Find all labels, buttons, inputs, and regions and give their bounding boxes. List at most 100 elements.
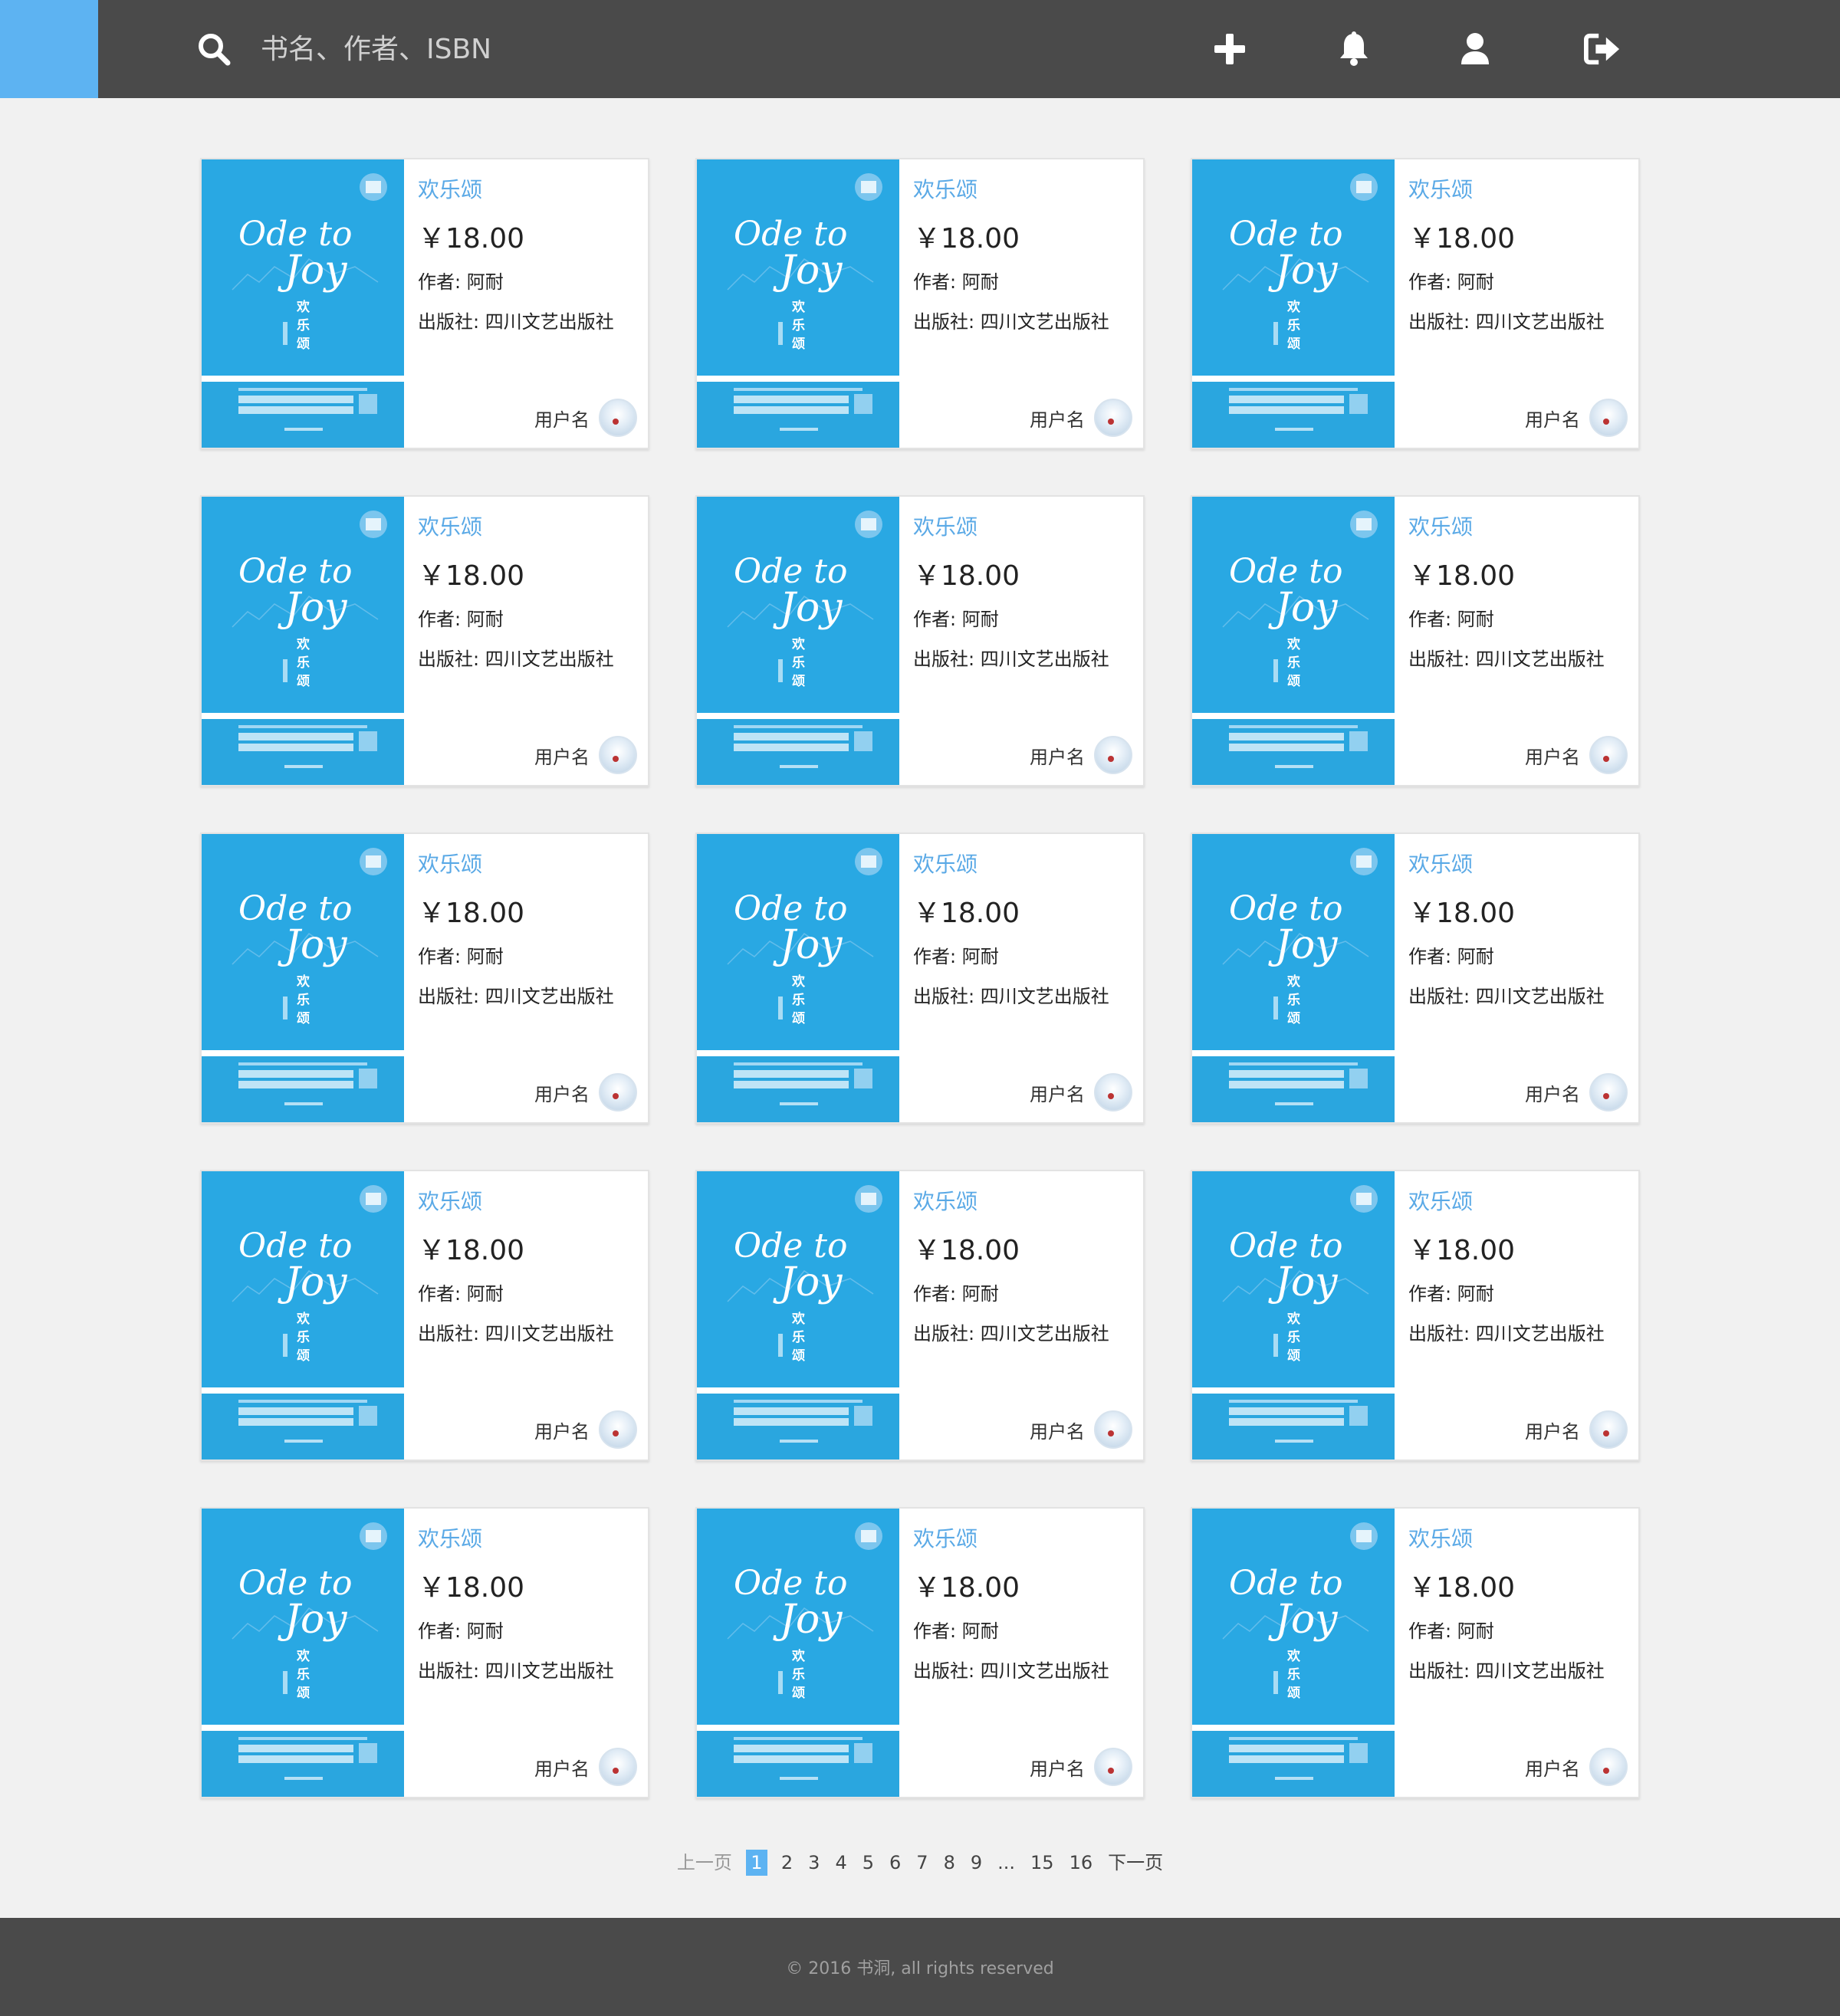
owner-avatar[interactable] xyxy=(1094,1410,1132,1449)
book-card[interactable]: Ode to Joy 欢 乐 颂 欢乐颂 ￥18.00 作者: 阿耐 出版社: … xyxy=(200,1507,649,1798)
owner-username[interactable]: 用户名 xyxy=(1030,405,1085,432)
owner-username[interactable]: 用户名 xyxy=(1525,1417,1580,1443)
owner-avatar[interactable] xyxy=(1094,1748,1132,1786)
brand-logo-block[interactable] xyxy=(0,0,98,98)
book-cover-image[interactable]: Ode to Joy 欢 乐 颂 xyxy=(697,497,899,785)
search-icon[interactable] xyxy=(196,31,232,67)
owner-username[interactable]: 用户名 xyxy=(1525,742,1580,769)
book-title[interactable]: 欢乐颂 xyxy=(418,511,482,541)
book-card[interactable]: Ode to Joy 欢 乐 颂 欢乐颂 ￥18.00 作者: 阿耐 出版社: … xyxy=(1191,495,1640,786)
owner-avatar[interactable] xyxy=(1094,399,1132,437)
owner-username[interactable]: 用户名 xyxy=(1525,1754,1580,1781)
page-number-link[interactable]: 6 xyxy=(882,1850,909,1876)
add-icon[interactable] xyxy=(1211,31,1248,67)
book-title[interactable]: 欢乐颂 xyxy=(1408,1522,1473,1553)
owner-username[interactable]: 用户名 xyxy=(1030,1417,1085,1443)
book-publisher: 出版社: 四川文艺出版社 xyxy=(1408,1660,1605,1682)
book-card[interactable]: Ode to Joy 欢 乐 颂 欢乐颂 ￥18.00 作者: 阿耐 出版社: … xyxy=(200,158,649,449)
svg-text:欢: 欢 xyxy=(296,1311,310,1327)
owner-username[interactable]: 用户名 xyxy=(534,405,590,432)
book-card[interactable]: Ode to Joy 欢 乐 颂 欢乐颂 ￥18.00 作者: 阿耐 出版社: … xyxy=(1191,158,1640,449)
book-price: ￥18.00 xyxy=(1408,223,1516,254)
book-card[interactable]: Ode to Joy 欢 乐 颂 欢乐颂 ￥18.00 作者: 阿耐 出版社: … xyxy=(200,832,649,1124)
owner-username[interactable]: 用户名 xyxy=(534,742,590,769)
book-cover-image[interactable]: Ode to Joy 欢 乐 颂 xyxy=(697,834,899,1122)
book-card[interactable]: Ode to Joy 欢 乐 颂 欢乐颂 ￥18.00 作者: 阿耐 出版社: … xyxy=(1191,832,1640,1124)
page-number-link[interactable]: 1 xyxy=(745,1850,767,1876)
book-cover-image[interactable]: Ode to Joy 欢 乐 颂 xyxy=(1192,1509,1395,1797)
book-cover-image[interactable]: Ode to Joy 欢 乐 颂 xyxy=(202,159,404,448)
book-card[interactable]: Ode to Joy 欢 乐 颂 欢乐颂 ￥18.00 作者: 阿耐 出版社: … xyxy=(695,832,1145,1124)
book-title[interactable]: 欢乐颂 xyxy=(418,1522,482,1553)
owner-avatar[interactable] xyxy=(1589,1748,1628,1786)
book-card[interactable]: Ode to Joy 欢 乐 颂 欢乐颂 ￥18.00 作者: 阿耐 出版社: … xyxy=(695,1507,1145,1798)
book-title[interactable]: 欢乐颂 xyxy=(418,1185,482,1216)
page-number-link[interactable]: 5 xyxy=(855,1850,882,1876)
page-number-link[interactable]: 2 xyxy=(774,1850,800,1876)
book-title[interactable]: 欢乐颂 xyxy=(1408,1185,1473,1216)
book-card[interactable]: Ode to Joy 欢 乐 颂 欢乐颂 ￥18.00 作者: 阿耐 出版社: … xyxy=(695,1170,1145,1461)
owner-avatar[interactable] xyxy=(599,399,637,437)
owner-avatar[interactable] xyxy=(599,1410,637,1449)
book-cover-image[interactable]: Ode to Joy 欢 乐 颂 xyxy=(202,497,404,785)
book-publisher: 出版社: 四川文艺出版社 xyxy=(913,311,1109,333)
owner-username[interactable]: 用户名 xyxy=(534,1754,590,1781)
book-title[interactable]: 欢乐颂 xyxy=(913,1185,978,1216)
book-title[interactable]: 欢乐颂 xyxy=(1408,511,1473,541)
book-author: 作者: 阿耐 xyxy=(913,1283,999,1305)
book-title[interactable]: 欢乐颂 xyxy=(913,848,978,878)
logout-icon[interactable] xyxy=(1584,31,1621,67)
owner-avatar[interactable] xyxy=(599,1748,637,1786)
prev-page-link[interactable]: 上一页 xyxy=(669,1850,740,1876)
owner-avatar[interactable] xyxy=(1094,736,1132,774)
owner-avatar[interactable] xyxy=(599,1073,637,1111)
page-number-link[interactable]: 15 xyxy=(1023,1850,1062,1876)
owner-avatar[interactable] xyxy=(1589,736,1628,774)
book-title[interactable]: 欢乐颂 xyxy=(1408,173,1473,204)
book-card[interactable]: Ode to Joy 欢 乐 颂 欢乐颂 ￥18.00 作者: 阿耐 出版社: … xyxy=(200,1170,649,1461)
book-card[interactable]: Ode to Joy 欢 乐 颂 欢乐颂 ￥18.00 作者: 阿耐 出版社: … xyxy=(1191,1507,1640,1798)
next-page-link[interactable]: 下一页 xyxy=(1100,1850,1171,1876)
owner-avatar[interactable] xyxy=(1589,1410,1628,1449)
book-cover-image[interactable]: Ode to Joy 欢 乐 颂 xyxy=(697,1509,899,1797)
owner-avatar[interactable] xyxy=(1589,1073,1628,1111)
owner-username[interactable]: 用户名 xyxy=(1525,1079,1580,1106)
book-card[interactable]: Ode to Joy 欢 乐 颂 欢乐颂 ￥18.00 作者: 阿耐 出版社: … xyxy=(1191,1170,1640,1461)
book-title[interactable]: 欢乐颂 xyxy=(913,511,978,541)
page-number-link[interactable]: 16 xyxy=(1062,1850,1101,1876)
book-title[interactable]: 欢乐颂 xyxy=(418,173,482,204)
page-number-link[interactable]: 7 xyxy=(909,1850,935,1876)
owner-username[interactable]: 用户名 xyxy=(534,1417,590,1443)
page-number-link[interactable]: 3 xyxy=(800,1850,827,1876)
owner-username[interactable]: 用户名 xyxy=(1030,1754,1085,1781)
book-title[interactable]: 欢乐颂 xyxy=(913,1522,978,1553)
book-cover-image[interactable]: Ode to Joy 欢 乐 颂 xyxy=(697,1171,899,1459)
owner-username[interactable]: 用户名 xyxy=(1030,742,1085,769)
book-cover-image[interactable]: Ode to Joy 欢 乐 颂 xyxy=(202,1509,404,1797)
book-cover-image[interactable]: Ode to Joy 欢 乐 颂 xyxy=(1192,1171,1395,1459)
owner-username[interactable]: 用户名 xyxy=(1030,1079,1085,1106)
owner-username[interactable]: 用户名 xyxy=(1525,405,1580,432)
book-title[interactable]: 欢乐颂 xyxy=(418,848,482,878)
page-number-link[interactable]: 8 xyxy=(936,1850,963,1876)
book-title[interactable]: 欢乐颂 xyxy=(913,173,978,204)
book-card[interactable]: Ode to Joy 欢 乐 颂 欢乐颂 ￥18.00 作者: 阿耐 出版社: … xyxy=(695,495,1145,786)
user-icon[interactable] xyxy=(1457,31,1493,67)
book-cover-image[interactable]: Ode to Joy 欢 乐 颂 xyxy=(202,834,404,1122)
page-number-link[interactable]: 4 xyxy=(827,1850,854,1876)
book-card[interactable]: Ode to Joy 欢 乐 颂 欢乐颂 ￥18.00 作者: 阿耐 出版社: … xyxy=(695,158,1145,449)
bell-icon[interactable] xyxy=(1336,31,1372,67)
owner-avatar[interactable] xyxy=(1589,399,1628,437)
page-number-link[interactable]: 9 xyxy=(963,1850,990,1876)
book-cover-image[interactable]: Ode to Joy 欢 乐 颂 xyxy=(1192,497,1395,785)
book-cover-image[interactable]: Ode to Joy 欢 乐 颂 xyxy=(202,1171,404,1459)
owner-avatar[interactable] xyxy=(599,736,637,774)
owner-username[interactable]: 用户名 xyxy=(534,1079,590,1106)
book-cover-image[interactable]: Ode to Joy 欢 乐 颂 xyxy=(697,159,899,448)
book-cover-image[interactable]: Ode to Joy 欢 乐 颂 xyxy=(1192,834,1395,1122)
search-input[interactable] xyxy=(261,23,797,75)
book-cover-image[interactable]: Ode to Joy 欢 乐 颂 xyxy=(1192,159,1395,448)
owner-avatar[interactable] xyxy=(1094,1073,1132,1111)
book-card[interactable]: Ode to Joy 欢 乐 颂 欢乐颂 ￥18.00 作者: 阿耐 出版社: … xyxy=(200,495,649,786)
book-title[interactable]: 欢乐颂 xyxy=(1408,848,1473,878)
